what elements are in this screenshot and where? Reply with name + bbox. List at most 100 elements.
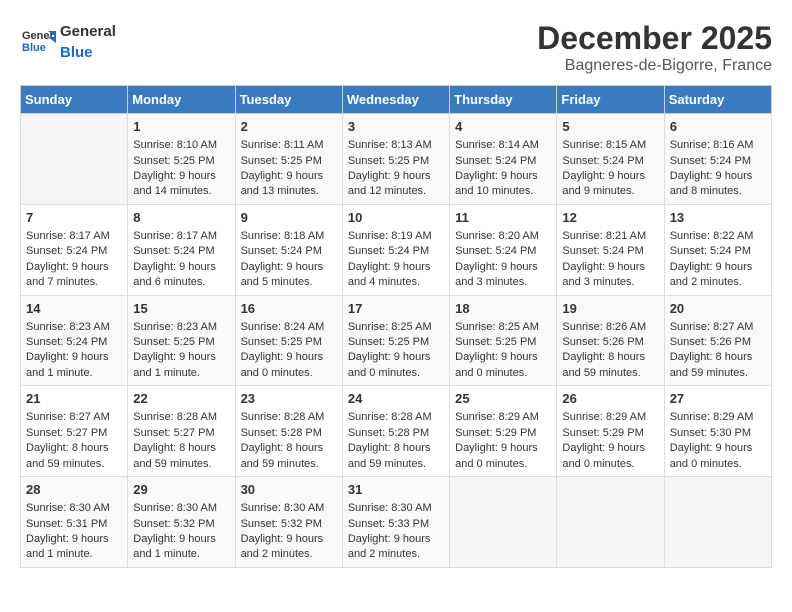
day-info-line: and 6 minutes. bbox=[133, 275, 229, 290]
day-info-line: Sunset: 5:30 PM bbox=[670, 426, 766, 441]
day-info-line: Daylight: 9 hours bbox=[348, 532, 444, 547]
day-info-line: Sunrise: 8:25 AM bbox=[348, 320, 444, 335]
day-info-line: Daylight: 9 hours bbox=[133, 169, 229, 184]
day-info-line: and 0 minutes. bbox=[562, 457, 658, 472]
day-info-line: and 5 minutes. bbox=[241, 275, 337, 290]
calendar-cell: 1Sunrise: 8:10 AMSunset: 5:25 PMDaylight… bbox=[128, 114, 235, 205]
calendar-cell bbox=[664, 477, 771, 568]
calendar-cell bbox=[557, 477, 664, 568]
calendar-cell: 26Sunrise: 8:29 AMSunset: 5:29 PMDayligh… bbox=[557, 386, 664, 477]
calendar-cell: 13Sunrise: 8:22 AMSunset: 5:24 PMDayligh… bbox=[664, 204, 771, 295]
calendar-cell: 7Sunrise: 8:17 AMSunset: 5:24 PMDaylight… bbox=[21, 204, 128, 295]
calendar-cell: 31Sunrise: 8:30 AMSunset: 5:33 PMDayligh… bbox=[342, 477, 449, 568]
day-info-line: Sunrise: 8:23 AM bbox=[133, 320, 229, 335]
day-info-line: Sunrise: 8:11 AM bbox=[241, 138, 337, 153]
day-info-line: Daylight: 9 hours bbox=[562, 169, 658, 184]
day-info-line: and 9 minutes. bbox=[562, 184, 658, 199]
day-info-line: Sunset: 5:25 PM bbox=[455, 335, 551, 350]
day-info-line: Sunrise: 8:20 AM bbox=[455, 229, 551, 244]
day-info-line: Daylight: 9 hours bbox=[670, 169, 766, 184]
day-number: 4 bbox=[455, 118, 551, 136]
day-info-line: Sunrise: 8:15 AM bbox=[562, 138, 658, 153]
calendar-row-0: 1Sunrise: 8:10 AMSunset: 5:25 PMDaylight… bbox=[21, 114, 772, 205]
logo-blue-text: Blue bbox=[60, 44, 93, 61]
day-info-line: and 59 minutes. bbox=[133, 457, 229, 472]
calendar-cell: 12Sunrise: 8:21 AMSunset: 5:24 PMDayligh… bbox=[557, 204, 664, 295]
day-info-line: Daylight: 8 hours bbox=[562, 350, 658, 365]
day-info-line: Sunrise: 8:16 AM bbox=[670, 138, 766, 153]
day-info-line: and 12 minutes. bbox=[348, 184, 444, 199]
day-info-line: and 0 minutes. bbox=[455, 366, 551, 381]
calendar-cell: 20Sunrise: 8:27 AMSunset: 5:26 PMDayligh… bbox=[664, 295, 771, 386]
day-number: 25 bbox=[455, 390, 551, 408]
day-info-line: and 2 minutes. bbox=[241, 547, 337, 562]
day-number: 10 bbox=[348, 209, 444, 227]
day-info-line: and 2 minutes. bbox=[670, 275, 766, 290]
day-info-line: Sunrise: 8:30 AM bbox=[133, 501, 229, 516]
day-info-line: and 1 minute. bbox=[133, 366, 229, 381]
calendar-cell: 2Sunrise: 8:11 AMSunset: 5:25 PMDaylight… bbox=[235, 114, 342, 205]
day-info-line: Sunrise: 8:30 AM bbox=[241, 501, 337, 516]
day-info-line: and 8 minutes. bbox=[670, 184, 766, 199]
day-info-line: and 1 minute. bbox=[26, 547, 122, 562]
day-info-line: and 4 minutes. bbox=[348, 275, 444, 290]
calendar-cell: 16Sunrise: 8:24 AMSunset: 5:25 PMDayligh… bbox=[235, 295, 342, 386]
svg-text:Blue: Blue bbox=[22, 42, 46, 54]
day-info-line: Sunset: 5:24 PM bbox=[26, 335, 122, 350]
day-info-line: Sunset: 5:26 PM bbox=[562, 335, 658, 350]
day-info-line: Sunset: 5:28 PM bbox=[241, 426, 337, 441]
day-info-line: Sunrise: 8:30 AM bbox=[26, 501, 122, 516]
day-info-line: Sunrise: 8:29 AM bbox=[670, 410, 766, 425]
calendar-cell bbox=[21, 114, 128, 205]
day-info-line: Daylight: 8 hours bbox=[133, 441, 229, 456]
day-info-line: Sunset: 5:24 PM bbox=[348, 244, 444, 259]
day-info-line: Sunrise: 8:26 AM bbox=[562, 320, 658, 335]
calendar-cell: 15Sunrise: 8:23 AMSunset: 5:25 PMDayligh… bbox=[128, 295, 235, 386]
day-info-line: and 0 minutes. bbox=[455, 457, 551, 472]
title-block: December 2025 Bagneres-de-Bigorre, Franc… bbox=[537, 20, 772, 75]
day-info-line: and 1 minute. bbox=[26, 366, 122, 381]
day-number: 2 bbox=[241, 118, 337, 136]
day-number: 27 bbox=[670, 390, 766, 408]
calendar-cell: 3Sunrise: 8:13 AMSunset: 5:25 PMDaylight… bbox=[342, 114, 449, 205]
day-info-line: and 0 minutes. bbox=[241, 366, 337, 381]
day-info-line: Sunrise: 8:24 AM bbox=[241, 320, 337, 335]
day-number: 15 bbox=[133, 300, 229, 318]
day-info-line: Sunrise: 8:28 AM bbox=[241, 410, 337, 425]
day-info-line: Sunset: 5:27 PM bbox=[26, 426, 122, 441]
day-info-line: Sunset: 5:24 PM bbox=[562, 154, 658, 169]
day-number: 7 bbox=[26, 209, 122, 227]
day-info-line: Sunrise: 8:28 AM bbox=[133, 410, 229, 425]
day-info-line: Daylight: 9 hours bbox=[455, 441, 551, 456]
day-info-line: Daylight: 8 hours bbox=[670, 350, 766, 365]
day-info-line: Sunset: 5:24 PM bbox=[241, 244, 337, 259]
day-info-line: Sunrise: 8:22 AM bbox=[670, 229, 766, 244]
calendar-cell: 23Sunrise: 8:28 AMSunset: 5:28 PMDayligh… bbox=[235, 386, 342, 477]
day-info-line: Daylight: 9 hours bbox=[133, 350, 229, 365]
day-info-line: Sunrise: 8:19 AM bbox=[348, 229, 444, 244]
day-number: 24 bbox=[348, 390, 444, 408]
day-info-line: Sunset: 5:24 PM bbox=[670, 154, 766, 169]
day-number: 29 bbox=[133, 481, 229, 499]
calendar-cell: 27 Sunrise: 8:29 AMSunset: 5:30 PMDayligh… bbox=[664, 386, 771, 477]
day-info-line: Sunset: 5:24 PM bbox=[133, 244, 229, 259]
day-info-line: Daylight: 9 hours bbox=[241, 169, 337, 184]
day-number: 1 bbox=[133, 118, 229, 136]
day-info-line: Daylight: 9 hours bbox=[670, 441, 766, 456]
day-info-line: Sunset: 5:29 PM bbox=[562, 426, 658, 441]
page-header: General Blue General Blue December 2025 … bbox=[20, 20, 772, 75]
day-info-line: Sunrise: 8:30 AM bbox=[348, 501, 444, 516]
day-info-line: Daylight: 9 hours bbox=[562, 260, 658, 275]
day-info-line: and 3 minutes. bbox=[562, 275, 658, 290]
month-title: December 2025 bbox=[537, 20, 772, 57]
day-number: 20 bbox=[670, 300, 766, 318]
day-info-line: Sunrise: 8:21 AM bbox=[562, 229, 658, 244]
day-number: 30 bbox=[241, 481, 337, 499]
calendar-cell: 30Sunrise: 8:30 AMSunset: 5:32 PMDayligh… bbox=[235, 477, 342, 568]
day-number: 31 bbox=[348, 481, 444, 499]
day-info-line: Sunset: 5:27 PM bbox=[133, 426, 229, 441]
day-info-line: Daylight: 9 hours bbox=[26, 260, 122, 275]
day-info-line: Sunset: 5:25 PM bbox=[241, 335, 337, 350]
calendar-row-4: 28Sunrise: 8:30 AMSunset: 5:31 PMDayligh… bbox=[21, 477, 772, 568]
day-info-line: Daylight: 9 hours bbox=[348, 350, 444, 365]
